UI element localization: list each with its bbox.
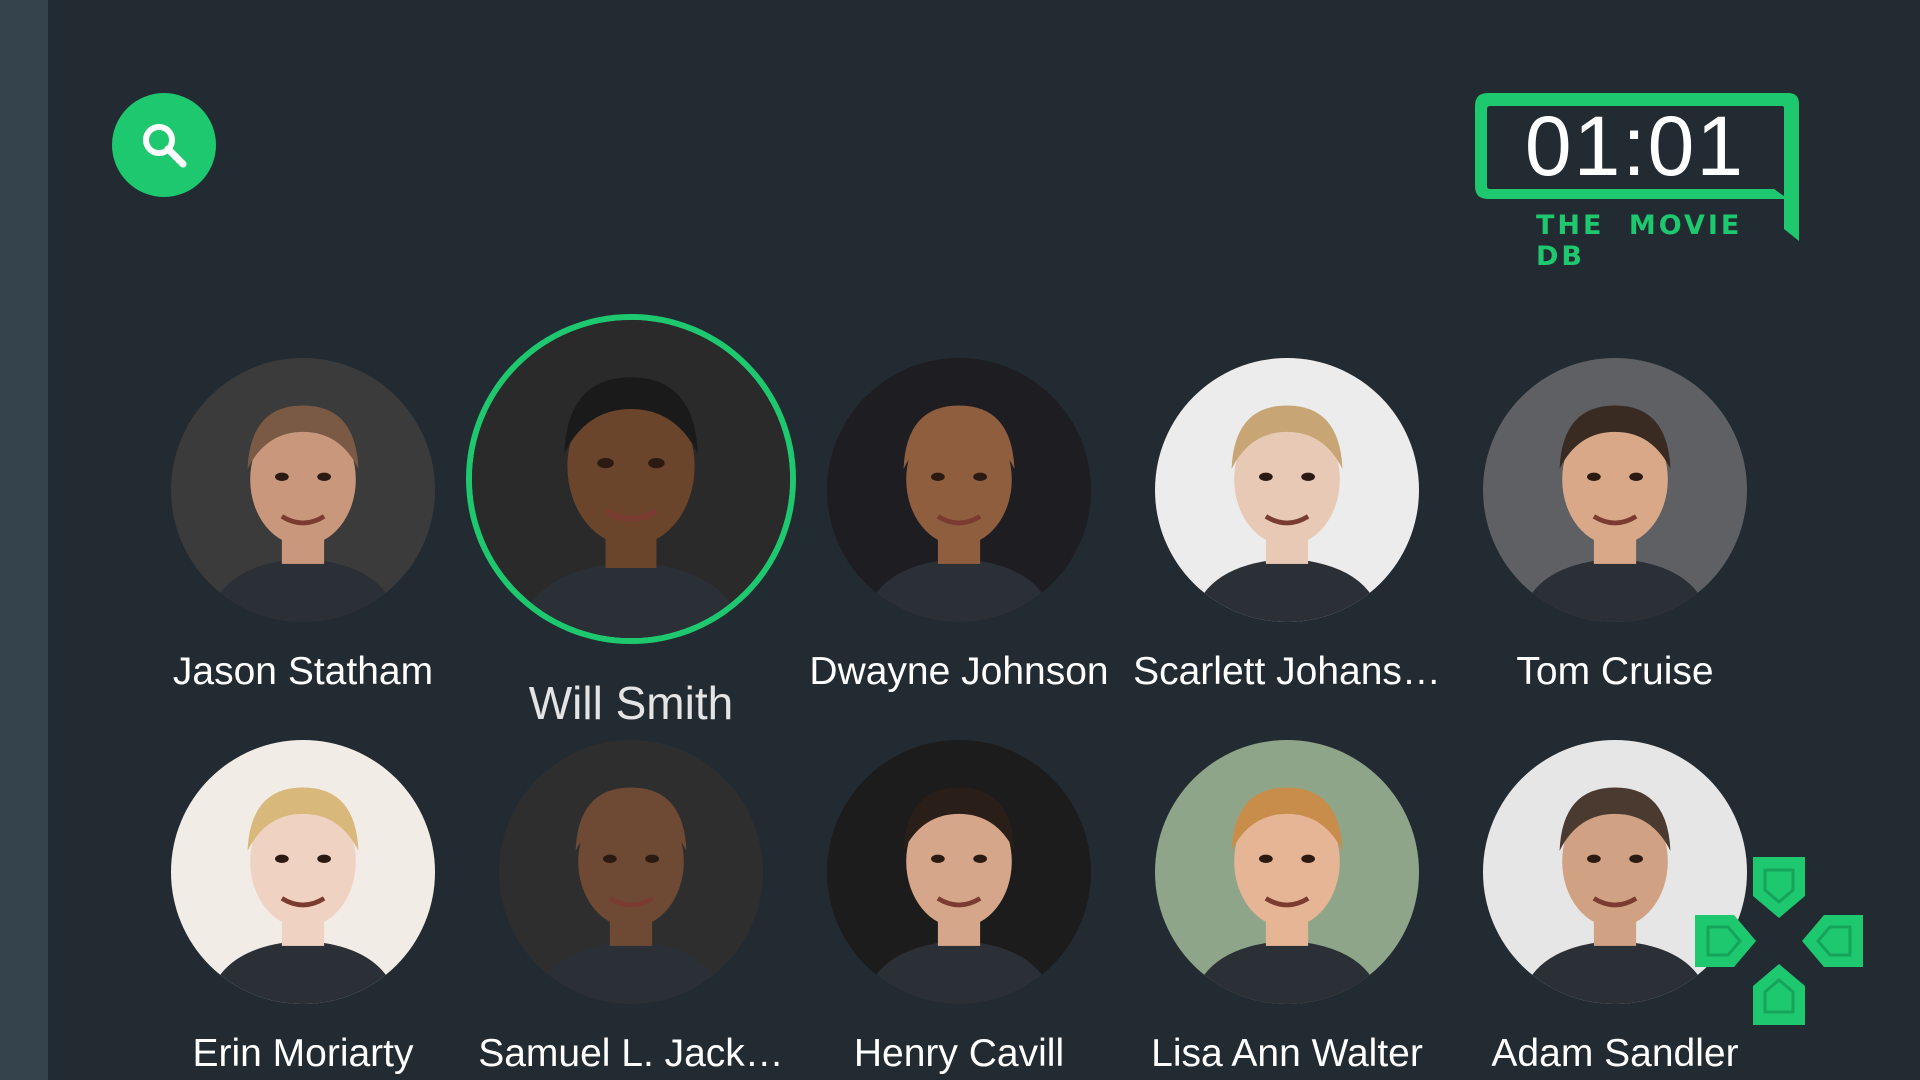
person-photo — [171, 358, 435, 622]
person-photo — [1483, 358, 1747, 622]
person-name: Scarlett Johans… — [1133, 650, 1441, 693]
person-photo — [1155, 358, 1419, 622]
person-name: Jason Statham — [172, 650, 434, 693]
person-name: Henry Cavill — [853, 1032, 1065, 1075]
people-grid: Jason Statham Will Smith Dwayne Johnson Sca… — [0, 0, 1920, 1080]
person-name: Will Smith — [528, 677, 734, 729]
person-photo — [827, 740, 1091, 1004]
person-photo — [499, 740, 763, 1004]
person-name: Adam Sandler — [1491, 1032, 1739, 1075]
person-photo — [1155, 740, 1419, 1004]
person-photo — [472, 320, 790, 638]
person-name: Dwayne Johnson — [809, 650, 1109, 693]
dpad-icon[interactable] — [1690, 852, 1868, 1030]
person-name: Erin Moriarty — [192, 1032, 414, 1075]
person-name: Tom Cruise — [1516, 650, 1714, 693]
person-name: Lisa Ann Walter — [1151, 1032, 1423, 1075]
person-name: Samuel L. Jack… — [478, 1032, 784, 1075]
person-photo — [171, 740, 435, 1004]
person-photo — [827, 358, 1091, 622]
